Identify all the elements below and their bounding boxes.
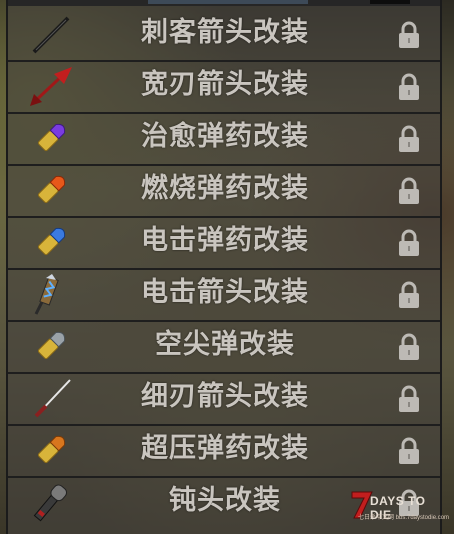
mod-row-label: 宽刃箭头改装 [141,69,309,100]
mod-row-label: 超压弹药改装 [141,433,309,464]
mod-row-hollow-point[interactable]: 空尖弹改装 [10,322,440,370]
panel-top-bar [8,0,440,6]
mod-row-incendiary-ammo[interactable]: 燃烧弹药改装 [10,166,440,214]
amber-bullet-icon [24,428,78,472]
top-bar-highlight [148,0,308,4]
mod-row-label: 钝头改装 [169,485,281,516]
mod-row-thin-blade-arrow[interactable]: 细刃箭头改装 [10,374,440,422]
broadhead-arrow-icon [24,64,78,108]
purple-bullet-icon [24,116,78,160]
blue-bullet-icon [24,220,78,264]
mod-row-shock-arrow[interactable]: 电击箭头改装 [10,270,440,318]
game-logo-watermark: DAYS TO DIE 七日杀中文网 bbs.7daystodie.com [348,488,450,530]
mod-row-shock-ammo[interactable]: 电击弹药改装 [10,218,440,266]
mod-row-label: 空尖弹改装 [155,329,295,360]
orange-bullet-icon [24,168,78,212]
shock-arrow-icon [24,272,78,316]
assassin-arrow-icon [24,12,78,56]
lock-icon [396,280,422,310]
mod-row-label: 电击弹药改装 [141,225,309,256]
watermark-subtitle: 七日杀中文网 bbs.7daystodie.com [358,515,450,521]
gray-bullet-icon [24,324,78,368]
lock-icon [396,228,422,258]
mod-list-panel: 刺客箭头改装 宽刃箭头改装 治愈弹药改装 燃烧弹药改装 电击弹药改装 电击箭头改… [6,0,442,534]
mod-row-overpressure-ammo[interactable]: 超压弹药改装 [10,426,440,474]
mod-row-assassin-arrow[interactable]: 刺客箭头改装 [10,10,440,58]
lock-icon [396,332,422,362]
mod-row-label: 燃烧弹药改装 [141,173,309,204]
mod-row-label: 细刃箭头改装 [141,381,309,412]
thin-blade-arrow-icon [24,376,78,420]
top-bar-dark-segment [370,0,410,4]
mod-row-label: 电击箭头改装 [141,277,309,308]
mod-row-healing-ammo[interactable]: 治愈弹药改装 [10,114,440,162]
mod-row-broadhead-arrow[interactable]: 宽刃箭头改装 [10,62,440,110]
lock-icon [396,124,422,154]
mod-row-label: 治愈弹药改装 [141,121,309,152]
lock-icon [396,384,422,414]
mod-row-label: 刺客箭头改装 [141,17,309,48]
lock-icon [396,176,422,206]
blunt-tip-icon [24,480,78,524]
lock-icon [396,72,422,102]
lock-icon [396,436,422,466]
lock-icon [396,20,422,50]
